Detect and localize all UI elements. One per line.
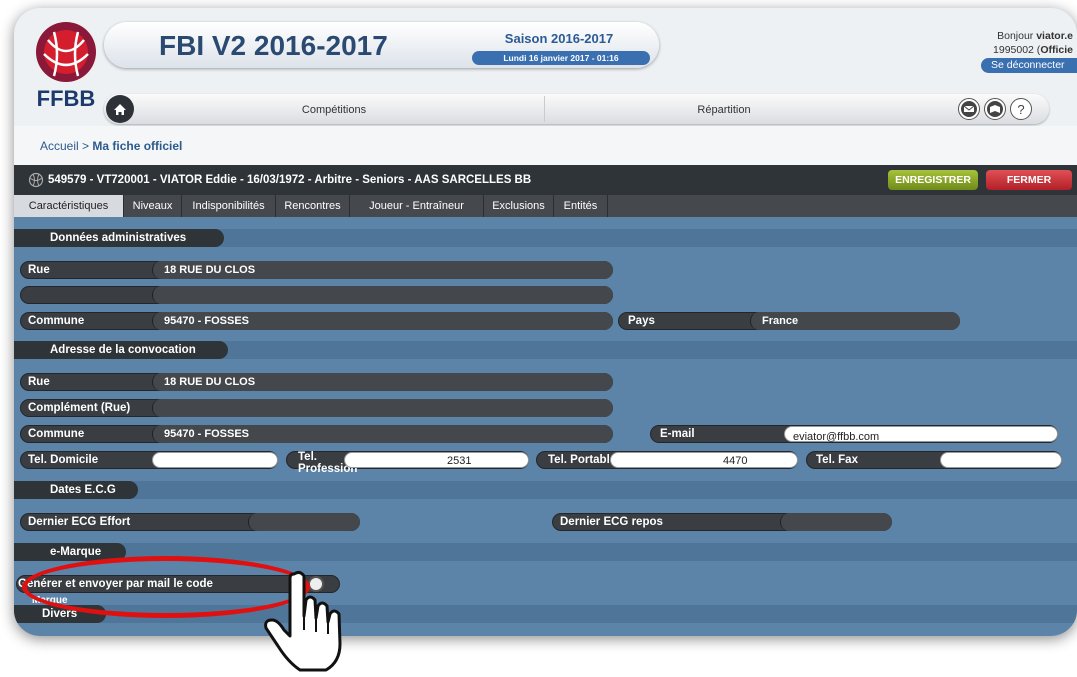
tel-port-input[interactable]: 4470 [610,452,798,468]
basketball-icon [28,172,44,188]
conv-rue-value: 18 RUE DU CLOS [164,376,256,388]
mail-icon[interactable] [958,98,980,120]
save-button[interactable]: ENREGISTRER [888,170,978,190]
ecg-repos-input[interactable] [780,513,892,531]
ecg-effort-value [249,517,257,529]
section-admin: Données administratives [14,229,224,247]
greeting: Bonjour viator.e [997,30,1073,42]
breadcrumb-home[interactable]: Accueil [40,139,79,153]
complement-value [153,403,163,415]
complement-label: Complément (Rue) [28,402,131,414]
tab-entites[interactable]: Entités [554,195,608,217]
tel-dom-label: Tel. Domicile [28,454,99,466]
conv-commune-label: Commune [28,428,85,440]
pays-value: France [762,315,799,327]
ecg-effort-label: Dernier ECG Effort [28,516,131,528]
tel-port-value: 4470 [723,455,748,467]
ecg-effort-input[interactable] [248,513,360,531]
conv-rue-label: Rue [28,376,50,388]
section-ecg: Dates E.C.G [14,481,138,499]
hand-pointer-icon [264,570,342,672]
close-button[interactable]: FERMER [986,170,1072,190]
home-button[interactable] [106,95,134,123]
nav-divider [544,96,545,122]
app-title: FBI V2 2016-2017 [159,30,388,61]
tab-rencontres[interactable]: Rencontres [276,195,350,217]
logo-text: FFBB [37,86,96,110]
date-label: Lundi 16 janvier 2017 - 01:16 [472,51,650,65]
email-label: E-mail [660,428,695,440]
tab-caracteristiques[interactable]: Caractéristiques [14,195,124,217]
breadcrumb-separator: > [78,139,93,153]
svg-text:?: ? [1017,102,1024,117]
breadcrumb-current: Ma fiche officiel [92,139,183,153]
home-icon [114,104,126,115]
book-icon[interactable] [984,98,1006,120]
tel-fax-input[interactable] [940,452,1062,468]
email-value: eviator@ffbb.com [793,431,880,443]
conv-commune-value: 95470 - FOSSES [164,428,249,440]
nav-repartition[interactable]: Répartition [574,104,874,116]
ecg-repos-label: Dernier ECG repos [560,516,663,528]
season-label: Saison 2016-2017 [504,31,614,46]
greeting-prefix: Bonjour [997,30,1037,42]
user-id-prefix: 1995002 ( [993,44,1041,56]
logout-button[interactable]: Se déconnecter [981,58,1077,73]
email-input[interactable]: eviator@ffbb.com [784,426,1058,443]
record-title: 549579 - VT720001 - VIATOR Eddie - 16/03… [48,174,532,186]
tel-dom-value [153,457,161,469]
rue2-input[interactable] [152,286,613,304]
tel-dom-input[interactable] [152,452,278,468]
tel-pro-value: 2531 [447,455,472,467]
help-icon[interactable]: ? [1010,98,1032,120]
tel-port-label: Tel. Portabl [548,454,610,466]
section-convocation: Adresse de la convocation [14,341,228,359]
pays-label: Pays [628,315,655,327]
ffbb-logo[interactable]: FFBB [20,14,112,110]
complement-input[interactable] [152,399,613,417]
commune-value: 95470 - FOSSES [164,315,249,327]
rue2-value [153,290,163,302]
commune-label: Commune [28,315,85,327]
section-band [14,481,1077,499]
tab-niveaux[interactable]: Niveaux [124,195,182,217]
user-role: Officie [1040,44,1073,56]
ecg-repos-value [781,517,789,529]
tab-joueur-entraineur[interactable]: Joueur - Entraîneur [350,195,484,217]
app-window: FFBB FBI V2 2016-2017 Saison 2016-2017 L… [14,8,1077,636]
tel-fax-label: Tel. Fax [816,454,858,466]
tab-exclusions[interactable]: Exclusions [484,195,554,217]
breadcrumb: Accueil > Ma fiche officiel [40,139,182,153]
user-id: 1995002 (Officie [993,44,1073,56]
tel-fax-value [941,457,949,469]
tab-indisponibilites[interactable]: Indisponibilités [182,195,276,217]
rue-value: 18 RUE DU CLOS [164,264,256,276]
rue-label: Rue [28,264,50,276]
greeting-user: viator.e [1036,30,1073,42]
tel-pro-input[interactable]: 2531 [344,452,529,468]
nav-competitions[interactable]: Compétitions [184,104,484,116]
